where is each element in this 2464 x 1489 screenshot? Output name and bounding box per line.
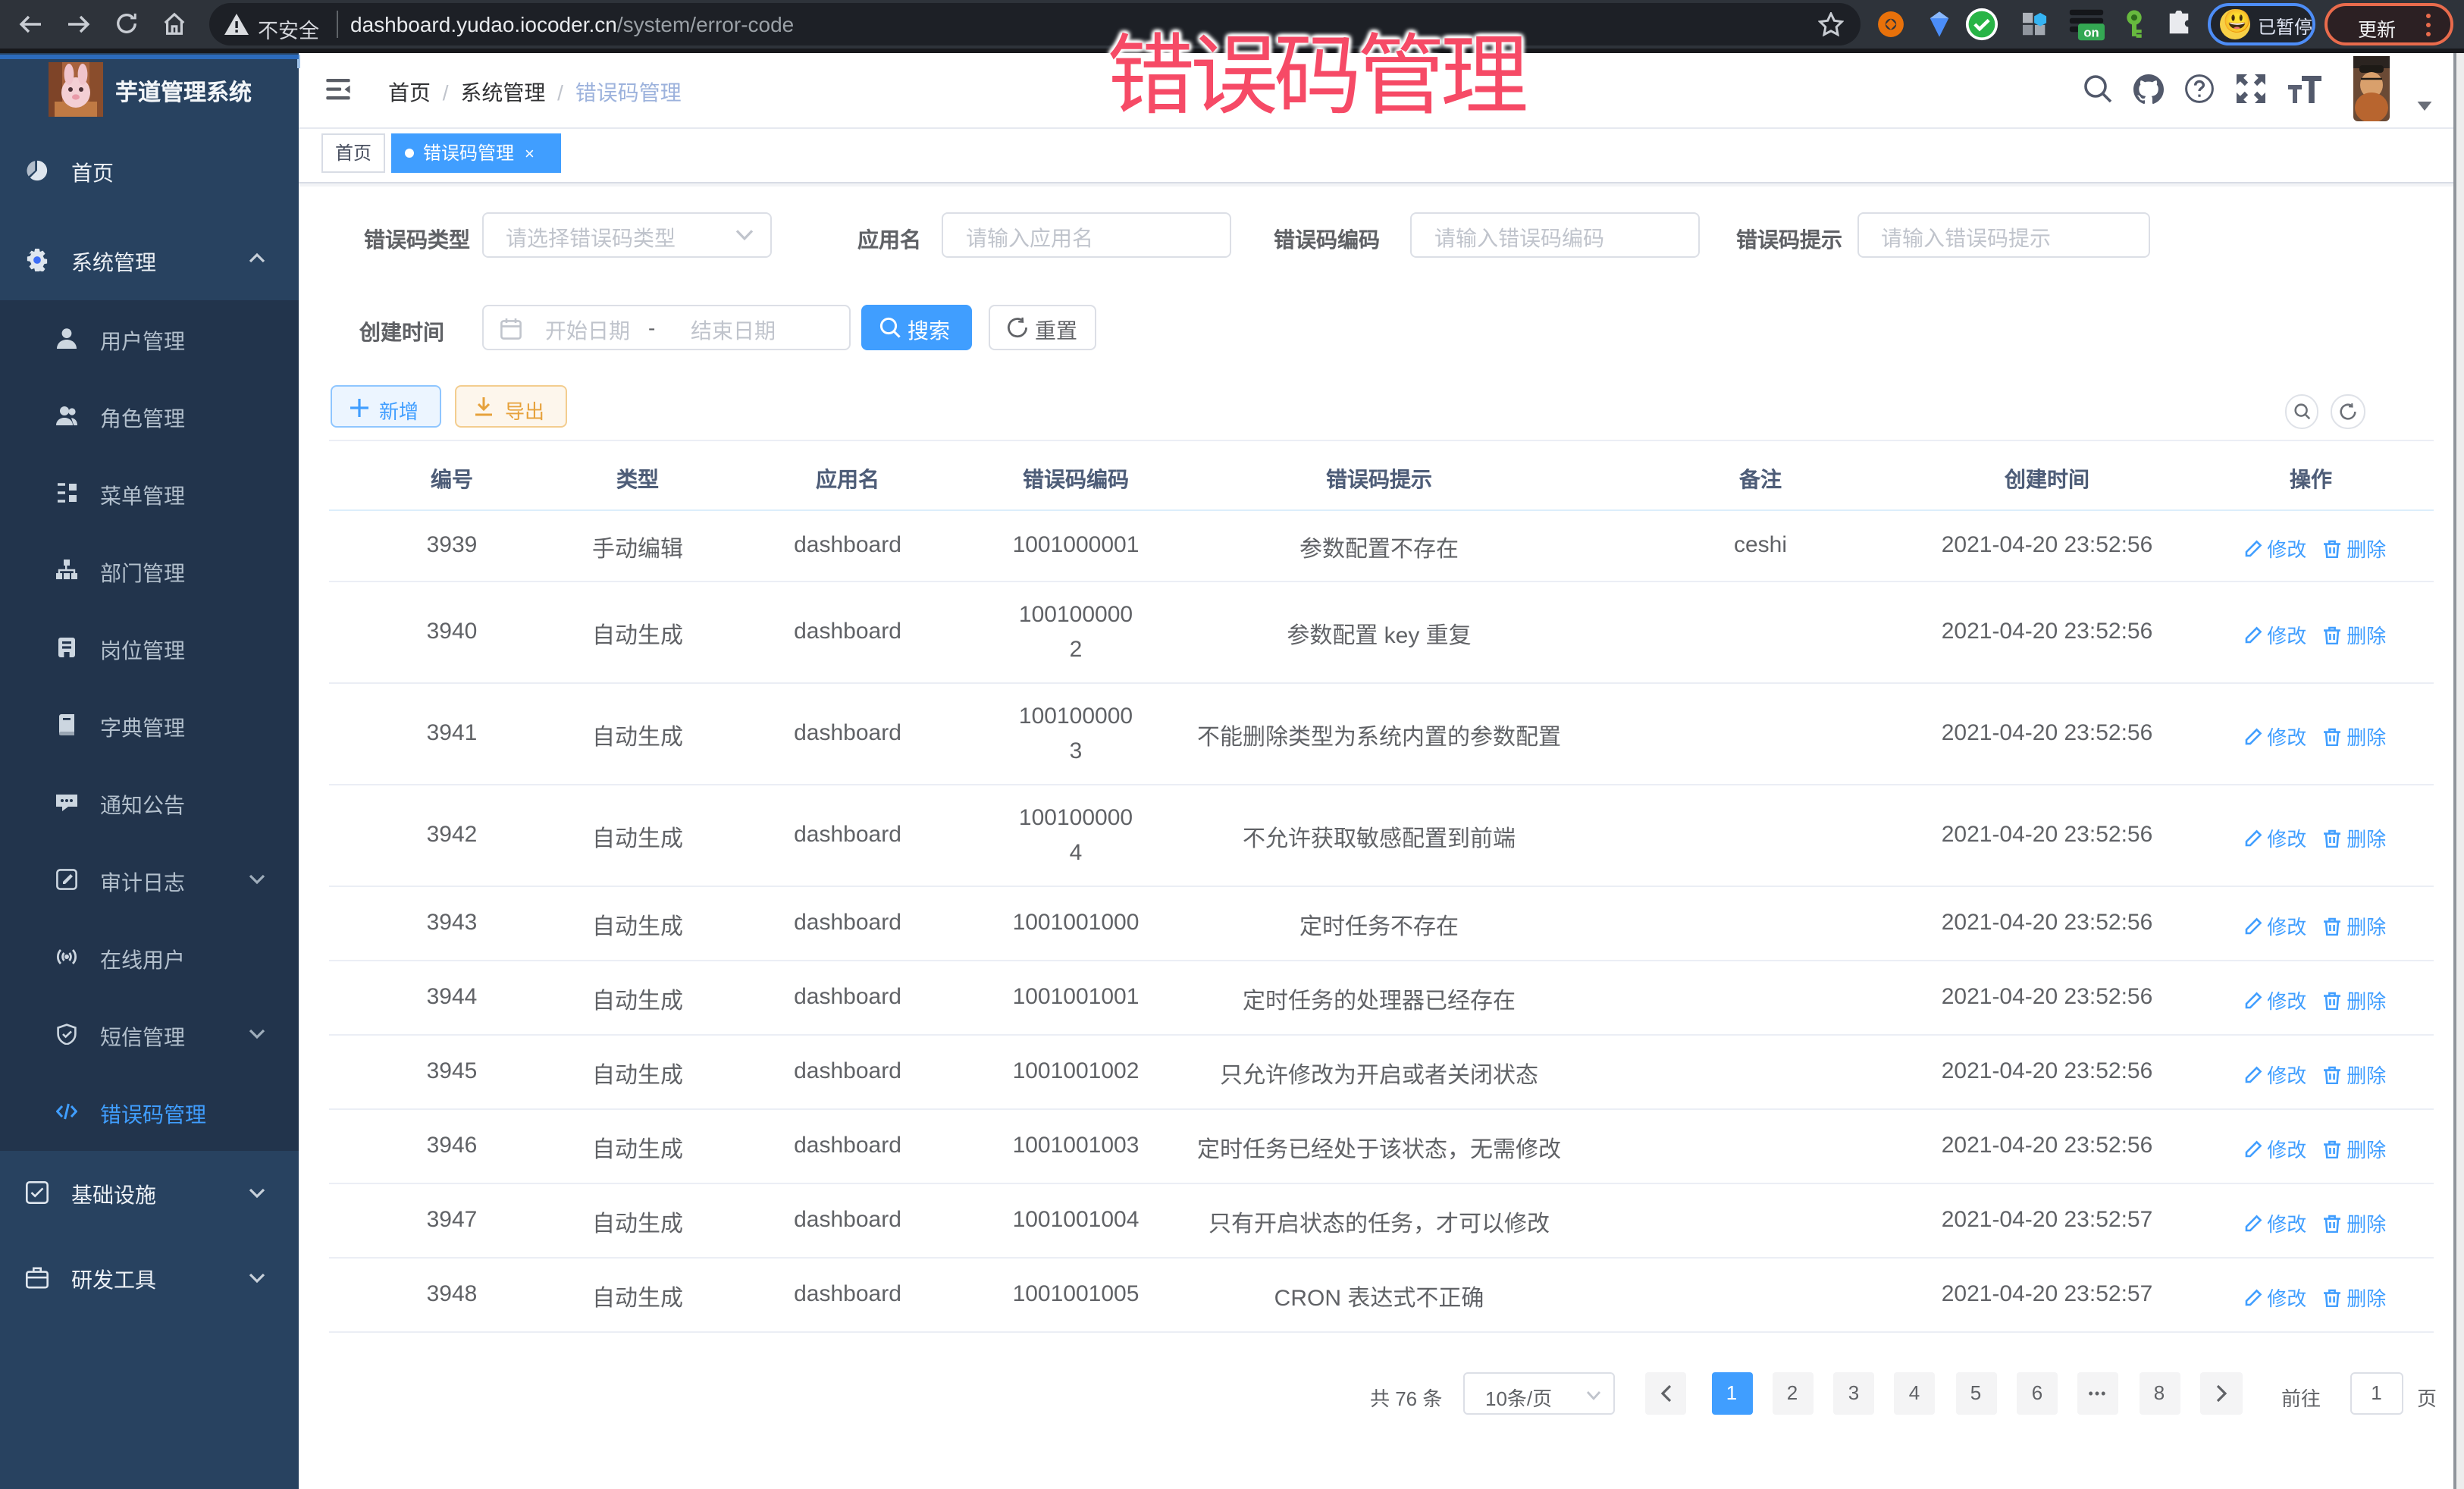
svg-text:on: on <box>2083 26 2099 40</box>
